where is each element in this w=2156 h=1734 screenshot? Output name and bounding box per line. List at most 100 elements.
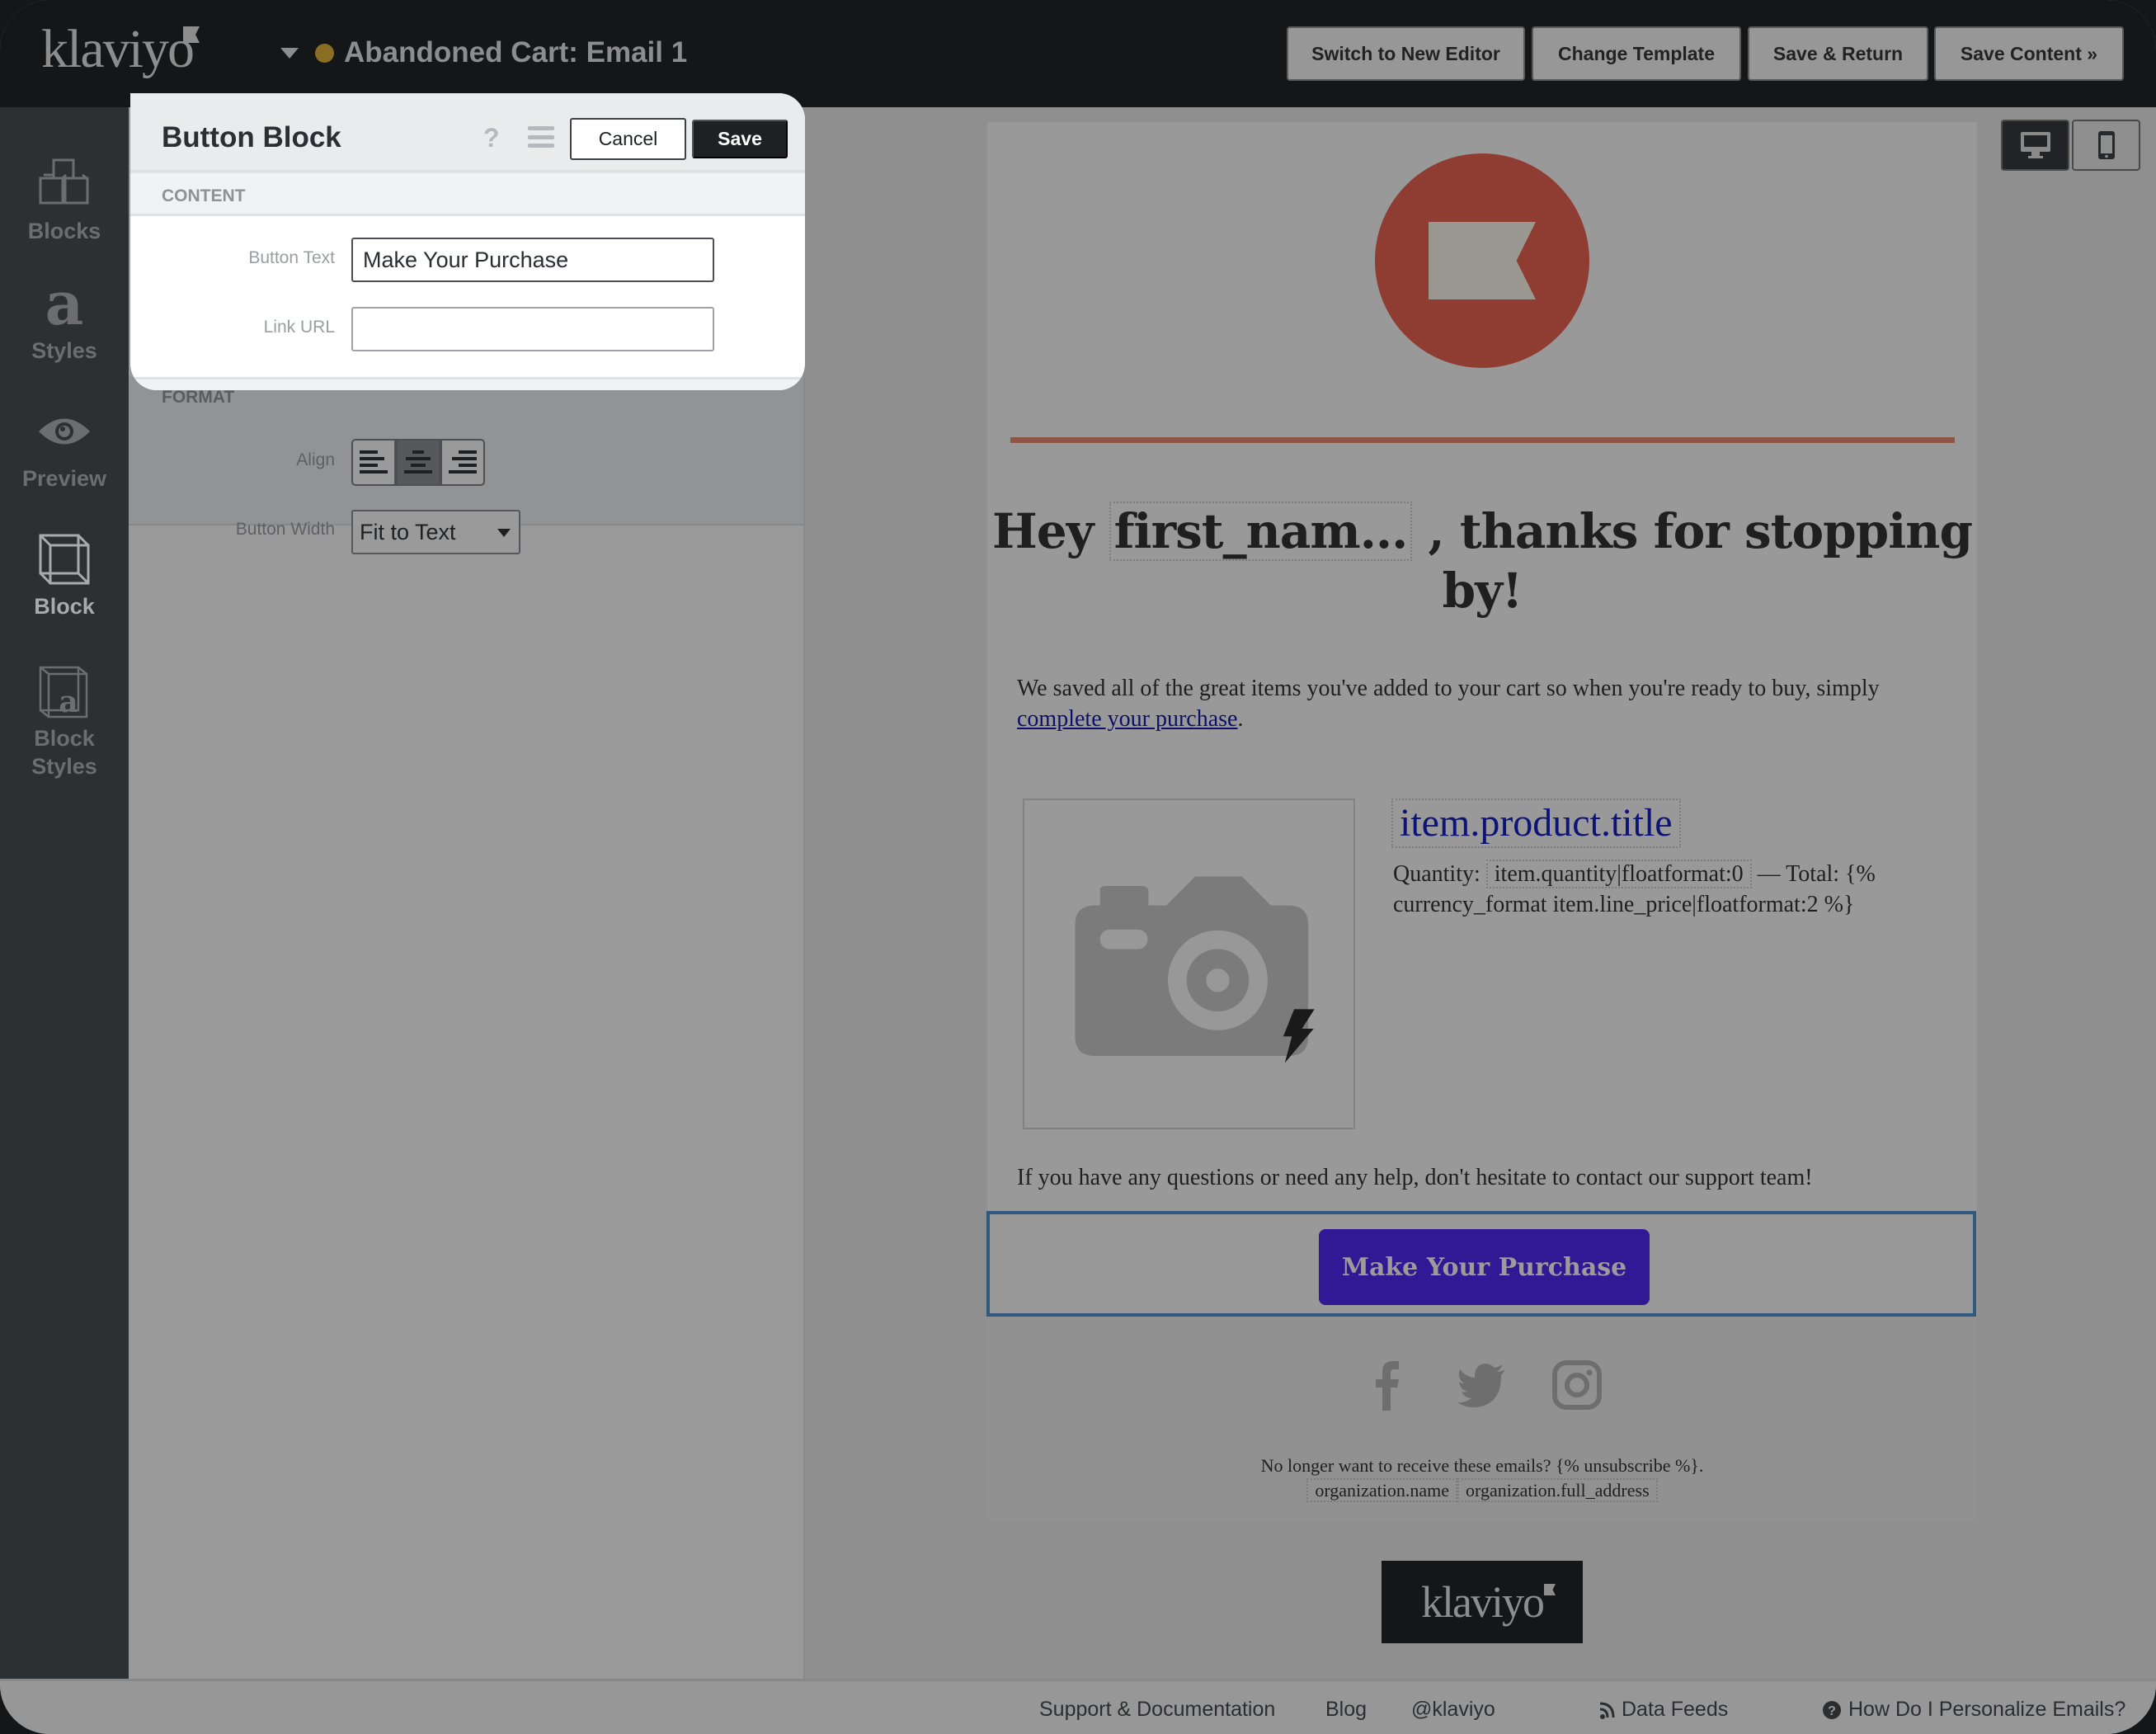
panel-header: Button Block ? Cancel Save: [130, 93, 805, 173]
desktop-icon: [2020, 132, 2050, 158]
sidebar-item-preview[interactable]: Preview: [0, 404, 129, 493]
desktop-view-button[interactable]: [2001, 120, 2069, 171]
twitter-icon[interactable]: [1457, 1359, 1507, 1411]
change-template-button[interactable]: Change Template: [1532, 26, 1741, 81]
complete-purchase-link[interactable]: complete your purchase: [1017, 706, 1237, 732]
personalize-help-link[interactable]: ? How Do I Personalize Emails?: [1822, 1698, 2125, 1722]
align-right-icon: [449, 450, 477, 474]
align-right-button[interactable]: [440, 439, 485, 486]
dropdown-arrow-icon: [497, 529, 511, 537]
quantity-variable: item.quantity|floatformat:0: [1485, 860, 1752, 888]
sidebar-label: Block: [34, 594, 95, 619]
link-url-label: Link URL: [263, 318, 335, 337]
block-styles-icon: a: [39, 666, 88, 719]
sidebar-item-styles[interactable]: a Styles: [0, 276, 129, 365]
rss-icon: [1600, 1702, 1615, 1719]
button-width-select[interactable]: Fit to Text: [351, 510, 520, 554]
link-label: Blog: [1325, 1698, 1368, 1721]
status-dot: [315, 43, 334, 63]
top-bar: klaviyo Abandoned Cart: Email 1 Switch t…: [0, 0, 2156, 107]
selected-button-block[interactable]: Make Your Purchase: [986, 1211, 1976, 1317]
blog-link[interactable]: Blog: [1325, 1698, 1367, 1722]
sidebar-label: Styles: [31, 338, 97, 363]
unsubscribe-block[interactable]: No longer want to receive these emails? …: [987, 1454, 1977, 1503]
intro-text-block[interactable]: We saved all of the great items you've a…: [1017, 673, 1941, 734]
save-button[interactable]: Save: [692, 120, 788, 158]
cta-button[interactable]: Make Your Purchase: [1319, 1229, 1650, 1305]
product-title-variable[interactable]: item.product.title: [1391, 799, 1681, 848]
email-canvas: Hey first_nam... , thanks for stopping b…: [986, 122, 1977, 1520]
button-text-input[interactable]: [351, 238, 714, 282]
caret-down-icon: [280, 47, 299, 59]
align-left-button[interactable]: [351, 439, 396, 486]
support-docs-link[interactable]: Support & Documentation: [1039, 1698, 1275, 1722]
email-headline[interactable]: Hey first_nam... , thanks for stopping b…: [987, 502, 1977, 620]
headline-text: Hey: [992, 503, 1109, 559]
content-section: CONTENT: [130, 173, 805, 216]
org-name-variable: organization.name: [1306, 1478, 1458, 1502]
facebook-icon[interactable]: [1363, 1359, 1412, 1411]
blocks-icon: [39, 158, 89, 205]
first-name-variable: first_nam...: [1109, 502, 1413, 561]
brand-logo-image[interactable]: [1375, 153, 1589, 368]
align-center-button[interactable]: [396, 439, 440, 486]
klaviyo-logo[interactable]: klaviyo: [41, 18, 195, 81]
badge-logo-text: klaviyo: [1421, 1577, 1545, 1627]
klaviyo-badge[interactable]: klaviyo: [1382, 1561, 1583, 1643]
switch-editor-button[interactable]: Switch to New Editor: [1287, 26, 1525, 81]
align-center-icon: [404, 450, 432, 474]
button-text-label: Button Text: [248, 248, 335, 267]
help-icon[interactable]: ?: [483, 123, 500, 153]
sidebar-label: Block Styles: [31, 726, 97, 779]
email-title-dropdown[interactable]: Abandoned Cart: Email 1: [280, 33, 687, 73]
link-label: Support & Documentation: [1039, 1698, 1276, 1721]
svg-text:a: a: [45, 276, 84, 331]
klaviyo-flag-icon: [1544, 1584, 1556, 1595]
svg-text:a: a: [59, 685, 78, 719]
headline-text: , thanks for stopping by!: [1412, 503, 1973, 619]
align-label: Align: [296, 450, 335, 469]
app-window: klaviyo Abandoned Cart: Email 1 Switch t…: [0, 0, 2156, 1734]
question-circle-icon: ?: [1823, 1700, 1841, 1719]
styles-icon: a: [45, 276, 84, 331]
link-label: Data Feeds: [1622, 1698, 1729, 1721]
align-left-icon: [360, 450, 388, 474]
save-content-button[interactable]: Save Content »: [1934, 26, 2124, 81]
sidebar-item-blocks[interactable]: Blocks: [0, 157, 129, 246]
format-section-label: FORMAT: [162, 388, 235, 407]
menu-icon[interactable]: [528, 126, 554, 148]
intro-text: We saved all of the great items you've a…: [1017, 676, 1880, 701]
divider-line[interactable]: [1010, 437, 1955, 443]
link-url-input[interactable]: [351, 307, 714, 351]
product-meta[interactable]: Quantity: item.quantity|floatformat:0 — …: [1393, 859, 1937, 920]
social-links: [987, 1359, 1977, 1411]
klaviyo-flag-icon: [183, 26, 200, 43]
data-feeds-link[interactable]: Data Feeds: [1600, 1698, 1728, 1722]
button-width-label: Button Width: [235, 520, 335, 539]
camera-icon: [1075, 876, 1315, 1063]
quantity-label: Quantity:: [1393, 861, 1486, 887]
sidebar-item-block-styles[interactable]: a Block Styles: [0, 664, 129, 781]
unsubscribe-text: No longer want to receive these emails? …: [1260, 1455, 1704, 1476]
card-bottom-strip: [130, 377, 805, 390]
cancel-button[interactable]: Cancel: [570, 118, 686, 160]
link-label: How Do I Personalize Emails?: [1848, 1698, 2126, 1721]
sidebar: Blocks a Styles Preview Block a Block St…: [0, 107, 140, 1679]
mobile-view-button[interactable]: [2072, 120, 2140, 171]
save-return-button[interactable]: Save & Return: [1748, 26, 1928, 81]
content-section-label: CONTENT: [162, 186, 246, 205]
block-icon: [39, 534, 90, 585]
svg-text:?: ?: [1828, 1704, 1836, 1718]
product-image-placeholder[interactable]: [1023, 799, 1355, 1129]
twitter-handle-link[interactable]: @klaviyo: [1411, 1698, 1495, 1722]
button-block-content-card: Button Block ? Cancel Save CONTENT Butto…: [130, 93, 805, 390]
button-width-value: Fit to Text: [360, 519, 456, 544]
support-text-block[interactable]: If you have any questions or need any he…: [1017, 1165, 1957, 1191]
link-label: @klaviyo: [1411, 1698, 1495, 1721]
panel-title: Button Block: [162, 121, 341, 153]
email-title: Abandoned Cart: Email 1: [344, 36, 688, 68]
align-button-group: [351, 439, 485, 486]
instagram-icon[interactable]: [1552, 1359, 1602, 1411]
footer-bar: Support & Documentation Blog @klaviyo Da…: [0, 1679, 2156, 1734]
sidebar-item-block[interactable]: Block: [0, 532, 129, 621]
